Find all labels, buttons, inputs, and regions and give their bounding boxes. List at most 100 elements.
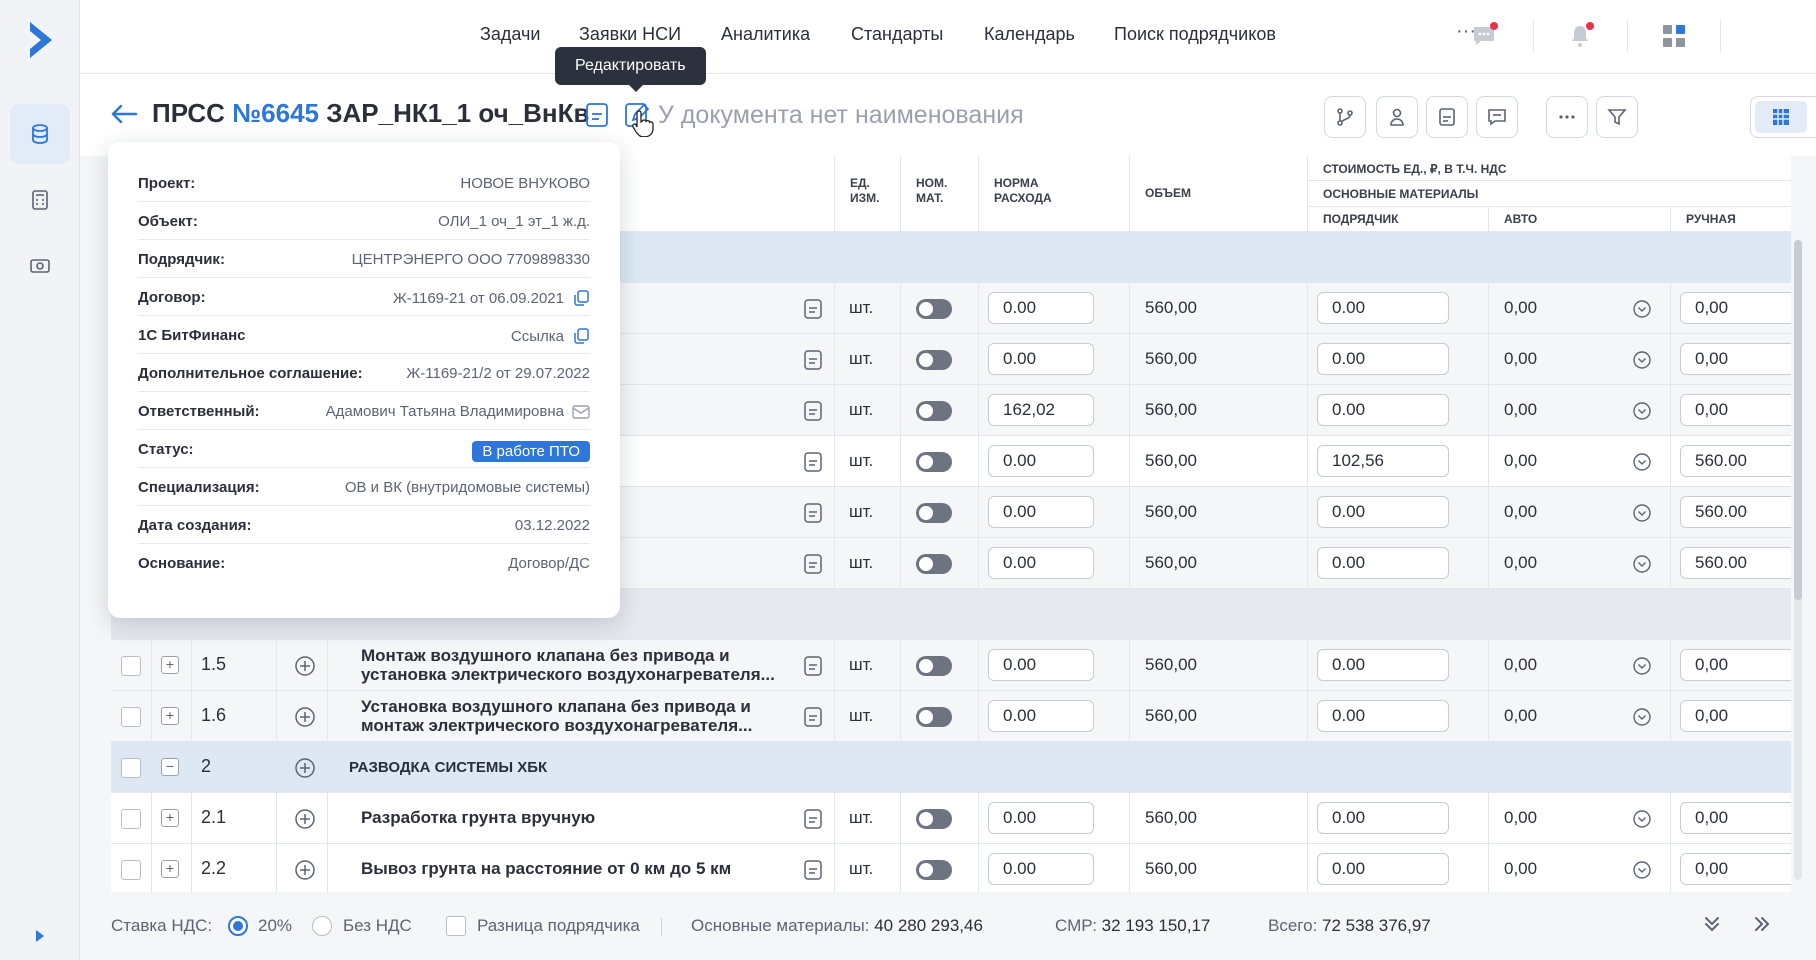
chevron-down-icon[interactable] bbox=[1632, 401, 1652, 421]
vat-20-radio[interactable] bbox=[228, 916, 248, 936]
document-icon[interactable] bbox=[803, 298, 823, 320]
contractor-cost-input[interactable]: 0.00 bbox=[1317, 802, 1449, 834]
contractor-cost-input[interactable]: 0.00 bbox=[1317, 649, 1449, 681]
nav-tasks[interactable]: Задачи bbox=[480, 24, 540, 45]
table-row[interactable]: +2.2 Вывоз грунта на расстояние от 0 км д… bbox=[111, 844, 1791, 892]
nom-mat-toggle[interactable] bbox=[916, 656, 952, 676]
filter-button[interactable] bbox=[1596, 96, 1638, 138]
nom-mat-toggle[interactable] bbox=[916, 299, 952, 319]
chevron-down-icon[interactable] bbox=[1632, 554, 1652, 574]
document-icon[interactable] bbox=[803, 859, 823, 881]
manual-cost-input[interactable]: 0,00 bbox=[1680, 853, 1791, 885]
nav-standards[interactable]: Стандарты bbox=[851, 24, 943, 45]
chevron-down-icon[interactable] bbox=[1632, 860, 1652, 880]
norm-input[interactable]: 0.00 bbox=[988, 649, 1094, 681]
nom-mat-toggle[interactable] bbox=[916, 503, 952, 523]
money-icon[interactable] bbox=[10, 236, 70, 296]
chevron-down-icon[interactable] bbox=[1632, 707, 1652, 727]
norm-input[interactable]: 0.00 bbox=[988, 343, 1094, 375]
row-checkbox[interactable] bbox=[121, 860, 141, 880]
calculator-icon[interactable] bbox=[10, 170, 70, 230]
contractor-cost-input[interactable]: 102,56 bbox=[1317, 445, 1449, 477]
add-circle-icon[interactable] bbox=[294, 757, 316, 779]
norm-input[interactable]: 0.00 bbox=[988, 496, 1094, 528]
document-icon[interactable] bbox=[803, 451, 823, 473]
table-row[interactable]: +2.1 Разработка грунта вручную шт. 0.00 560,… bbox=[111, 793, 1791, 844]
apps-grid-icon[interactable] bbox=[1658, 20, 1690, 52]
norm-input[interactable]: 0.00 bbox=[988, 547, 1094, 579]
expand-row-button[interactable]: + bbox=[161, 809, 179, 827]
document-icon[interactable] bbox=[583, 100, 611, 130]
collapse-down-icon[interactable] bbox=[1702, 914, 1726, 938]
manual-cost-input[interactable]: 0,00 bbox=[1680, 649, 1791, 681]
nav-nsi-requests[interactable]: Заявки НСИ bbox=[579, 24, 681, 45]
nom-mat-toggle[interactable] bbox=[916, 809, 952, 829]
document-icon[interactable] bbox=[803, 400, 823, 422]
document-icon[interactable] bbox=[803, 706, 823, 728]
add-circle-icon[interactable] bbox=[294, 706, 316, 728]
copy-icon[interactable] bbox=[572, 327, 590, 345]
manual-cost-input[interactable]: 0,00 bbox=[1680, 343, 1791, 375]
contractor-cost-input[interactable]: 0.00 bbox=[1317, 496, 1449, 528]
app-logo-icon[interactable] bbox=[22, 18, 62, 62]
document-icon[interactable] bbox=[803, 808, 823, 830]
nom-mat-toggle[interactable] bbox=[916, 860, 952, 880]
manual-cost-input[interactable]: 0,00 bbox=[1680, 394, 1791, 426]
contractor-cost-input[interactable]: 0.00 bbox=[1317, 700, 1449, 732]
file-button[interactable] bbox=[1426, 96, 1468, 138]
table-view-icon[interactable] bbox=[1755, 101, 1807, 133]
norm-input[interactable]: 0.00 bbox=[988, 802, 1094, 834]
norm-input[interactable]: 162,02 bbox=[988, 394, 1094, 426]
norm-input[interactable]: 0.00 bbox=[988, 445, 1094, 477]
manual-cost-input[interactable]: 560.00 bbox=[1680, 496, 1791, 528]
nom-mat-toggle[interactable] bbox=[916, 707, 952, 727]
comment-button[interactable] bbox=[1476, 96, 1518, 138]
norm-input[interactable]: 0.00 bbox=[988, 700, 1094, 732]
nom-mat-toggle[interactable] bbox=[916, 350, 952, 370]
chevron-down-icon[interactable] bbox=[1632, 809, 1652, 829]
chevron-down-icon[interactable] bbox=[1632, 452, 1652, 472]
manual-cost-input[interactable]: 560.00 bbox=[1680, 547, 1791, 579]
norm-input[interactable]: 0.00 bbox=[988, 292, 1094, 324]
notification-bell-icon[interactable] bbox=[1564, 20, 1596, 52]
table-row[interactable]: +1.5 Монтаж воздушного клапана без привод… bbox=[111, 640, 1791, 691]
row-checkbox[interactable] bbox=[121, 707, 141, 727]
contractor-cost-input[interactable]: 0.00 bbox=[1317, 547, 1449, 579]
contractor-cost-input[interactable]: 0.00 bbox=[1317, 853, 1449, 885]
database-icon[interactable] bbox=[10, 104, 70, 164]
document-icon[interactable] bbox=[803, 349, 823, 371]
collapse-row-button[interactable]: − bbox=[161, 758, 179, 776]
manual-cost-input[interactable]: 0,00 bbox=[1680, 700, 1791, 732]
nav-contractor-search[interactable]: Поиск подрядчиков bbox=[1114, 24, 1276, 45]
collapse-right-icon[interactable] bbox=[1752, 914, 1776, 938]
chevron-down-icon[interactable] bbox=[1632, 656, 1652, 676]
branch-button[interactable] bbox=[1324, 96, 1366, 138]
contractor-cost-input[interactable]: 0.00 bbox=[1317, 394, 1449, 426]
row-checkbox[interactable] bbox=[121, 656, 141, 676]
copy-icon[interactable] bbox=[572, 289, 590, 307]
add-circle-icon[interactable] bbox=[294, 655, 316, 677]
row-checkbox[interactable] bbox=[121, 809, 141, 829]
contractor-diff-checkbox[interactable] bbox=[446, 916, 466, 936]
document-icon[interactable] bbox=[803, 502, 823, 524]
add-circle-icon[interactable] bbox=[294, 859, 316, 881]
expand-row-button[interactable]: + bbox=[161, 860, 179, 878]
table-group-row[interactable]: − 2 РАЗВОДКА СИСТЕМЫ ХБК bbox=[111, 742, 1791, 793]
nom-mat-toggle[interactable] bbox=[916, 401, 952, 421]
table-row[interactable]: +1.6 Установка воздушного клапана без при… bbox=[111, 691, 1791, 742]
document-icon[interactable] bbox=[803, 655, 823, 677]
mail-icon[interactable] bbox=[572, 404, 590, 420]
chat-icon[interactable] bbox=[1468, 20, 1500, 52]
expand-row-button[interactable]: + bbox=[161, 656, 179, 674]
expand-sidebar-icon[interactable] bbox=[28, 924, 52, 948]
expand-row-button[interactable]: + bbox=[161, 707, 179, 725]
manual-cost-input[interactable]: 0,00 bbox=[1680, 802, 1791, 834]
contractor-cost-input[interactable]: 0.00 bbox=[1317, 292, 1449, 324]
bitfinance-link[interactable]: Ссылка bbox=[511, 328, 564, 345]
nom-mat-toggle[interactable] bbox=[916, 452, 952, 472]
nav-analytics[interactable]: Аналитика bbox=[721, 24, 810, 45]
manual-cost-input[interactable]: 0,00 bbox=[1680, 292, 1791, 324]
chevron-down-icon[interactable] bbox=[1632, 503, 1652, 523]
table-scrollbar[interactable] bbox=[1794, 240, 1802, 880]
chevron-down-icon[interactable] bbox=[1632, 350, 1652, 370]
